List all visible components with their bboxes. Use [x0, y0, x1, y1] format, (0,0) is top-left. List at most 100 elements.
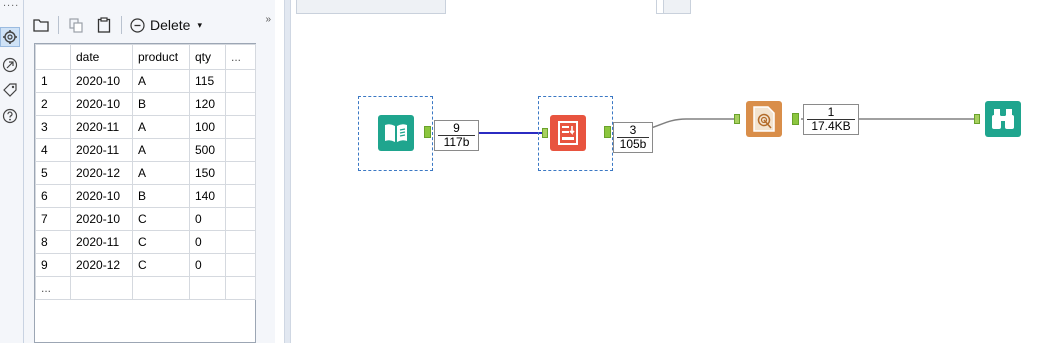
column-header-product[interactable]: product [132, 44, 190, 70]
cell-date[interactable]: 2020-11 [70, 115, 133, 139]
cell-qty[interactable]: 120 [189, 92, 226, 116]
delete-button[interactable]: Delete ▾ [130, 17, 202, 33]
tag-icon[interactable] [0, 80, 20, 100]
cell-date[interactable]: 2020-10 [70, 69, 133, 93]
table-row[interactable]: 6 2020-10 B 140 [35, 184, 256, 208]
cell-date[interactable]: 2020-11 [70, 138, 133, 162]
cell-date[interactable]: 2020-10 [70, 184, 133, 208]
overflow-chevron-icon[interactable]: » [265, 14, 271, 25]
cell-product[interactable]: A [132, 69, 190, 93]
configuration-icon[interactable] [0, 27, 20, 47]
cell-qty[interactable]: 115 [189, 69, 226, 93]
cell-date[interactable]: 2020-12 [70, 161, 133, 185]
new-row-marker[interactable]: ... [35, 276, 71, 300]
row-number-header [35, 44, 71, 70]
cell-empty[interactable] [225, 138, 256, 162]
help-icon[interactable] [0, 106, 20, 126]
cell-date[interactable]: 2020-10 [70, 92, 133, 116]
cell-product[interactable]: C [132, 253, 190, 277]
folder-icon[interactable] [30, 14, 52, 36]
connections-layer [437, 118, 974, 134]
record-count-badge: 1 17.4KB [803, 104, 859, 135]
row-number[interactable]: 2 [35, 92, 71, 116]
table-row[interactable]: 2 2020-10 B 120 [35, 92, 256, 116]
cell-qty[interactable]: 150 [189, 161, 226, 185]
minus-circle-icon [130, 17, 145, 33]
cell-date[interactable]: 2020-10 [70, 207, 133, 231]
input-anchor[interactable] [734, 114, 740, 124]
side-icon-strip: .... [0, 0, 24, 343]
cell-product[interactable]: C [132, 207, 190, 231]
cell-empty[interactable] [70, 276, 133, 300]
cell-qty[interactable]: 0 [189, 253, 226, 277]
summarize-tool-icon[interactable] [550, 115, 586, 151]
cell-product[interactable]: C [132, 230, 190, 254]
cell-empty[interactable] [225, 184, 256, 208]
results-grid: date product qty ... 1 2020-10 A 115 2 2020-1… [34, 43, 256, 343]
input-anchor[interactable] [974, 114, 980, 124]
output-anchor[interactable] [604, 126, 611, 138]
table-row[interactable]: 1 2020-10 A 115 [35, 69, 256, 93]
table-row[interactable]: 3 2020-11 A 100 [35, 115, 256, 139]
record-count-badge: 9 117b [434, 120, 479, 151]
row-number[interactable]: 5 [35, 161, 71, 185]
browse-tool-icon[interactable] [985, 101, 1021, 137]
table-row[interactable]: 7 2020-10 C 0 [35, 207, 256, 231]
workflow-canvas[interactable]: 9 117b 3 105b 1 17.4KB [291, 0, 1037, 343]
cell-product[interactable]: A [132, 138, 190, 162]
column-header-qty[interactable]: qty [189, 44, 226, 70]
cell-product[interactable]: B [132, 92, 190, 116]
cell-empty[interactable] [225, 230, 256, 254]
table-row-new[interactable]: ... [35, 276, 256, 300]
cell-qty[interactable]: 100 [189, 115, 226, 139]
cell-empty[interactable] [225, 253, 256, 277]
input-anchor[interactable] [542, 128, 548, 138]
row-number[interactable]: 3 [35, 115, 71, 139]
toolbar-divider [58, 16, 59, 34]
record-count-badge: 3 105b [613, 122, 653, 153]
column-header-more[interactable]: ... [225, 44, 256, 70]
row-number[interactable]: 6 [35, 184, 71, 208]
results-toolbar: Delete ▾ [24, 10, 275, 40]
cell-date[interactable]: 2020-11 [70, 230, 133, 254]
cell-product[interactable]: B [132, 184, 190, 208]
panel-splitter[interactable] [284, 0, 291, 343]
delete-label: Delete [150, 17, 191, 33]
cell-empty[interactable] [225, 115, 256, 139]
row-number[interactable]: 9 [35, 253, 71, 277]
results-panel: Delete ▾ » date product qty ... 1 2020-10… [24, 0, 275, 343]
input-data-tool-icon[interactable] [378, 115, 414, 151]
chevron-down-icon: ▾ [197, 19, 202, 30]
row-number[interactable]: 7 [35, 207, 71, 231]
table-row[interactable]: 8 2020-11 C 0 [35, 230, 256, 254]
row-number[interactable]: 8 [35, 230, 71, 254]
annotation-icon[interactable] [0, 55, 20, 75]
table-row[interactable]: 5 2020-12 A 150 [35, 161, 256, 185]
cell-empty[interactable] [225, 207, 256, 231]
cell-product[interactable]: A [132, 161, 190, 185]
output-anchor[interactable] [424, 126, 431, 138]
clipboard-icon[interactable] [93, 14, 115, 36]
column-header-date[interactable]: date [70, 44, 133, 70]
cell-empty[interactable] [225, 92, 256, 116]
cell-product[interactable]: A [132, 115, 190, 139]
table-row[interactable]: 4 2020-11 A 500 [35, 138, 256, 162]
cell-empty[interactable] [225, 276, 256, 300]
cell-date[interactable]: 2020-12 [70, 253, 133, 277]
cell-empty[interactable] [132, 276, 190, 300]
toolbar-divider [121, 16, 122, 34]
copy-icon[interactable] [65, 14, 87, 36]
render-tool-icon[interactable] [746, 101, 782, 137]
more-dots: .... [3, 0, 20, 9]
row-number[interactable]: 4 [35, 138, 71, 162]
row-number[interactable]: 1 [35, 69, 71, 93]
cell-qty[interactable]: 0 [189, 207, 226, 231]
cell-empty[interactable] [225, 69, 256, 93]
cell-qty[interactable]: 500 [189, 138, 226, 162]
output-anchor[interactable] [792, 113, 799, 125]
cell-empty[interactable] [225, 161, 256, 185]
cell-qty[interactable]: 0 [189, 230, 226, 254]
cell-empty[interactable] [189, 276, 226, 300]
cell-qty[interactable]: 140 [189, 184, 226, 208]
table-row[interactable]: 9 2020-12 C 0 [35, 253, 256, 277]
